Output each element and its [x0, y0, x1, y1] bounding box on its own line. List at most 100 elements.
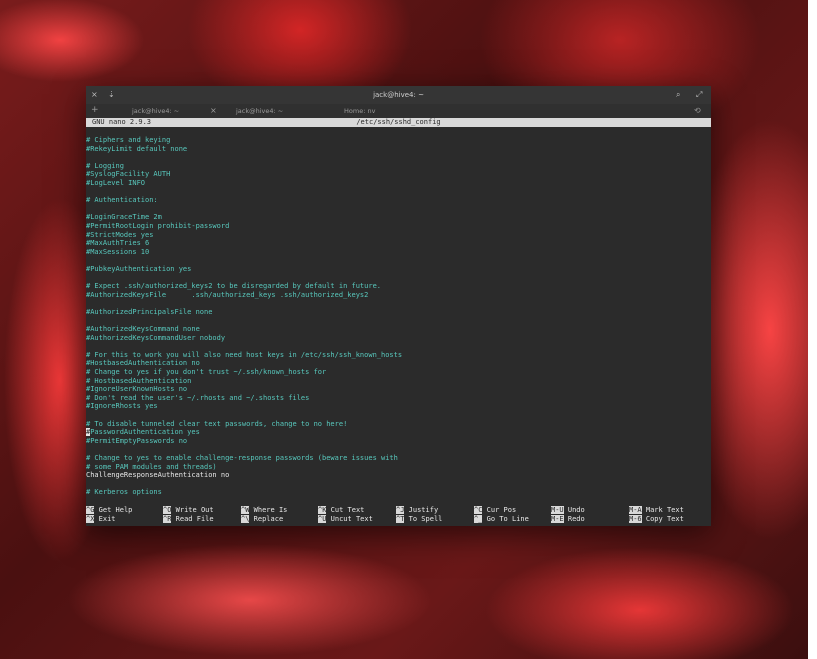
shortcut-label: Uncut Text: [330, 514, 373, 523]
editor-line: # HostbasedAuthentication: [86, 376, 192, 385]
shortcut-item[interactable]: ^X Exit: [86, 514, 116, 524]
shortcut-key: M-U: [551, 506, 564, 514]
shortcut-key: ^C: [474, 506, 483, 514]
shortcut-item[interactable]: ^_ Go To Line: [474, 514, 529, 524]
editor-line-text: PasswordAuthentication yes: [90, 428, 200, 437]
shortcut-key: ^X: [86, 514, 95, 523]
shortcut-key: ^\: [241, 514, 250, 523]
shortcut-item[interactable]: ^U Uncut Text: [318, 514, 373, 524]
editor-line: ChallengeResponseAuthentication no: [86, 471, 230, 480]
editor-line: #IgnoreUserKnownHosts no: [86, 385, 188, 394]
shortcut-label: Copy Text: [645, 514, 684, 523]
editor-line: #LogLevel INFO: [86, 178, 146, 187]
editor-line: # Kerberos options: [86, 488, 162, 497]
tab-2[interactable]: jack@hive4: ~: [236, 107, 283, 115]
editor-line: #PubkeyAuthentication yes: [86, 264, 192, 273]
editor-line: # Change to yes to enable challenge-resp…: [86, 453, 398, 462]
nano-header-bar: GNU nano 2.9.3 /etc/ssh/sshd_config: [86, 118, 711, 127]
title-bar: × ⇣ jack@hive4: ~ ⌕ ⤢: [86, 86, 711, 104]
shortcut-item[interactable]: ^O Write Out: [163, 506, 214, 515]
shortcut-label: Get Help: [98, 506, 133, 514]
shortcut-label: Redo: [567, 514, 585, 523]
shortcut-item[interactable]: ^G Get Help: [86, 506, 132, 515]
shortcut-label: Read File: [175, 514, 214, 523]
tab-1[interactable]: jack@hive4: ~: [132, 107, 179, 115]
search-icon[interactable]: ⌕: [676, 90, 680, 100]
shortcut-label: Write Out: [175, 506, 214, 514]
shortcut-key: ^T: [396, 514, 405, 523]
shortcut-item[interactable]: M-6 Copy Text: [629, 514, 684, 524]
editor-line: #RekeyLimit default none: [86, 144, 188, 153]
shortcut-label: Mark Text: [645, 506, 684, 514]
shortcut-item[interactable]: M-E Redo: [551, 514, 585, 524]
shortcut-item[interactable]: M-U Undo: [551, 506, 585, 515]
shortcut-label: Go To Line: [486, 514, 529, 523]
shortcut-key: ^K: [318, 506, 327, 514]
tab-3[interactable]: Home: nv: [344, 107, 375, 115]
shortcut-label: Cut Text: [330, 506, 365, 514]
shortcut-key: ^_: [474, 514, 483, 523]
editor-line: #PermitRootLogin prohibit-password: [86, 221, 230, 230]
editor-line: #PasswordAuthentication yes: [86, 428, 711, 437]
shortcut-item[interactable]: ^\ Replace: [241, 514, 284, 524]
editor-line: # some PAM modules and threads): [86, 462, 217, 471]
editor-line: # To disable tunneled clear text passwor…: [86, 419, 348, 428]
editor-line: #AuthorizedKeysCommand none: [86, 325, 200, 334]
shortcut-key: ^U: [318, 514, 327, 523]
editor-line: # Change to yes if you don't trust ~/.ss…: [86, 368, 327, 377]
editor-line: # Ciphers and keying: [86, 136, 171, 144]
editor-line: # Authentication:: [86, 196, 158, 205]
editor-text-area[interactable]: # Ciphers and keying #RekeyLimit default …: [86, 136, 711, 497]
editor-line: # For this to work you will also need ho…: [86, 350, 403, 359]
shortcut-item[interactable]: ^W Where Is: [241, 506, 287, 515]
shortcut-label: Justify: [408, 506, 439, 514]
shortcut-key: ^J: [396, 506, 405, 514]
history-icon[interactable]: ⟲: [694, 106, 701, 115]
editor-line: #SyslogFacility AUTH: [86, 170, 171, 179]
maximize-icon[interactable]: ⤢: [696, 90, 702, 100]
shortcut-label: To Spell: [408, 514, 443, 523]
editor-line: #LoginGraceTime 2m: [86, 213, 162, 222]
shortcut-key: ^O: [163, 506, 172, 514]
editor-line: #AuthorizedKeysFile .ssh/authorized_keys…: [86, 290, 369, 299]
editor-line: #MaxSessions 10: [86, 247, 150, 256]
close-tab-icon[interactable]: ×: [210, 106, 217, 115]
tab-bar: + jack@hive4: ~ × jack@hive4: ~ Home: nv…: [86, 104, 711, 118]
editor-line: # Don't read the user's ~/.rhosts and ~/…: [86, 393, 310, 402]
editor-line: #AuthorizedPrincipalsFile none: [86, 307, 213, 316]
window-title: jack@hive4: ~: [373, 91, 424, 99]
shortcut-key: ^G: [86, 506, 95, 514]
shortcut-item[interactable]: ^T To Spell: [396, 514, 443, 524]
editor-line: # Expect .ssh/authorized_keys2 to be dis…: [86, 282, 382, 291]
shortcut-key: M-6: [629, 514, 642, 523]
shortcut-key: ^R: [163, 514, 172, 523]
shortcut-label: Undo: [567, 506, 585, 514]
shortcut-key: ^W: [241, 506, 250, 514]
shortcut-label: Where Is: [253, 506, 288, 514]
shortcut-item[interactable]: ^C Cur Pos: [474, 506, 516, 515]
file-name: /etc/ssh/sshd_config: [356, 118, 441, 126]
shortcut-item[interactable]: ^R Read File: [163, 514, 214, 524]
shortcut-item[interactable]: ^J Justify: [396, 506, 438, 515]
shortcut-key: M-E: [551, 514, 564, 523]
shortcut-label: Cur Pos: [486, 506, 517, 514]
editor-line: #HostbasedAuthentication no: [86, 359, 200, 368]
shortcut-key: M-A: [629, 506, 642, 514]
shortcut-item[interactable]: ^K Cut Text: [318, 506, 364, 515]
editor-line: #IgnoreRhosts yes: [86, 402, 158, 411]
editor-line: #MaxAuthTries 6: [86, 239, 150, 248]
new-tab-icon[interactable]: +: [91, 105, 99, 115]
terminal-window: × ⇣ jack@hive4: ~ ⌕ ⤢ + jack@hive4: ~ × …: [86, 86, 711, 526]
shortcut-item[interactable]: M-A Mark Text: [629, 506, 684, 515]
shortcut-label: Replace: [253, 514, 284, 523]
